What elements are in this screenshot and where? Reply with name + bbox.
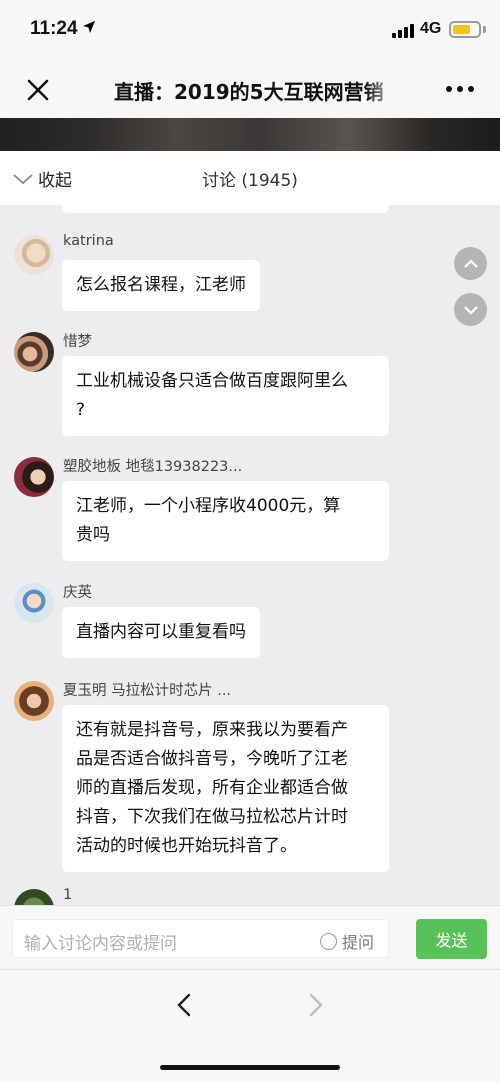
chevron-down-icon [13, 173, 33, 184]
input-placeholder: 输入讨论内容或提问 [24, 934, 177, 954]
forward-arrow-icon[interactable] [304, 990, 328, 1020]
page-title: 直播：2019的5大互联网营销 [114, 80, 384, 104]
message-line: 还有就是抖音号，原来我以为要看产 [76, 720, 348, 740]
message-bubble: 还有就是抖音号，原来我以为要看产 品是否适合做抖音号，今晚听了江老 师的直播后发… [62, 705, 389, 872]
close-icon[interactable] [22, 74, 54, 106]
message-line: 江老师，一个小程序收4000元，算 [76, 496, 341, 516]
message-line: ? [76, 400, 86, 420]
network-type: 4G [420, 20, 442, 37]
avatar[interactable] [14, 583, 54, 623]
avatar[interactable] [14, 457, 54, 497]
message-line: 贵吗 [76, 525, 110, 545]
status-bar: 11:24 4G [0, 0, 500, 62]
cellular-signal-icon [392, 24, 414, 38]
discussion-title: 讨论 (1945) [202, 171, 298, 191]
avatar[interactable] [14, 235, 54, 275]
back-arrow-icon[interactable] [172, 990, 196, 1020]
bottom-toolbar [0, 969, 500, 1082]
live-video-player[interactable] [0, 118, 500, 151]
message-line: 抖音，下次我们在做马拉松芯片计时 [76, 807, 348, 827]
avatar[interactable] [14, 681, 54, 721]
battery-icon [449, 21, 481, 38]
chat-list[interactable]: katrina 怎么报名课程，江老师 惜梦 工业机械设备只适合做百度跟阿里么 ?… [0, 205, 500, 905]
previous-message-bubble [62, 205, 389, 213]
collapse-button[interactable]: 收起 [12, 166, 72, 191]
discussion-input[interactable]: 输入讨论内容或提问 提问 [12, 919, 389, 958]
send-button[interactable]: 发送 [416, 919, 487, 959]
message-line: 直播内容可以重复看吗 [76, 622, 246, 642]
ask-label: 提问 [342, 933, 375, 952]
message-bubble: 怎么报名课程，江老师 [62, 260, 260, 311]
more-menu-icon[interactable] [444, 78, 476, 100]
sender-name: 庆英 [63, 585, 92, 601]
chevron-up-icon [463, 258, 478, 268]
scroll-down-button[interactable] [454, 293, 487, 326]
sender-name: katrina [63, 233, 114, 249]
sender-name: 夏玉明 马拉松计时芯片 ... [63, 683, 232, 699]
input-bar: 输入讨论内容或提问 提问 发送 [0, 905, 500, 969]
message-line: 活动的时候也开始玩抖音了。 [76, 836, 297, 856]
collapse-label: 收起 [38, 171, 72, 191]
status-time: 11:24 [30, 18, 78, 39]
chevron-down-icon [463, 305, 478, 315]
scroll-up-button[interactable] [454, 247, 487, 280]
message-line: 品是否适合做抖音号，今晚听了江老 [76, 749, 348, 769]
message-line: 师的直播后发现，所有企业都适合做 [76, 778, 348, 798]
location-arrow-icon [83, 21, 95, 33]
avatar[interactable] [14, 889, 54, 905]
ask-question-toggle[interactable]: 提问 [320, 929, 374, 953]
home-indicator [160, 1065, 340, 1070]
sender-name: 1 [63, 887, 73, 903]
radio-circle-icon [320, 932, 337, 950]
battery-tip [483, 26, 486, 33]
nav-bar: 直播：2019的5大互联网营销 [0, 62, 500, 118]
sender-name: 塑胶地板 地毯13938223... [63, 459, 243, 475]
message-bubble: 直播内容可以重复看吗 [62, 607, 260, 658]
message-bubble: 工业机械设备只适合做百度跟阿里么 ? [62, 356, 389, 436]
sender-name: 惜梦 [63, 334, 92, 350]
message-bubble: 江老师，一个小程序收4000元，算 贵吗 [62, 481, 389, 561]
avatar[interactable] [14, 332, 54, 372]
message-line: 工业机械设备只适合做百度跟阿里么 [76, 371, 348, 391]
message-line: 怎么报名课程，江老师 [76, 275, 246, 295]
discussion-header: 收起 讨论 (1945) [0, 151, 500, 205]
